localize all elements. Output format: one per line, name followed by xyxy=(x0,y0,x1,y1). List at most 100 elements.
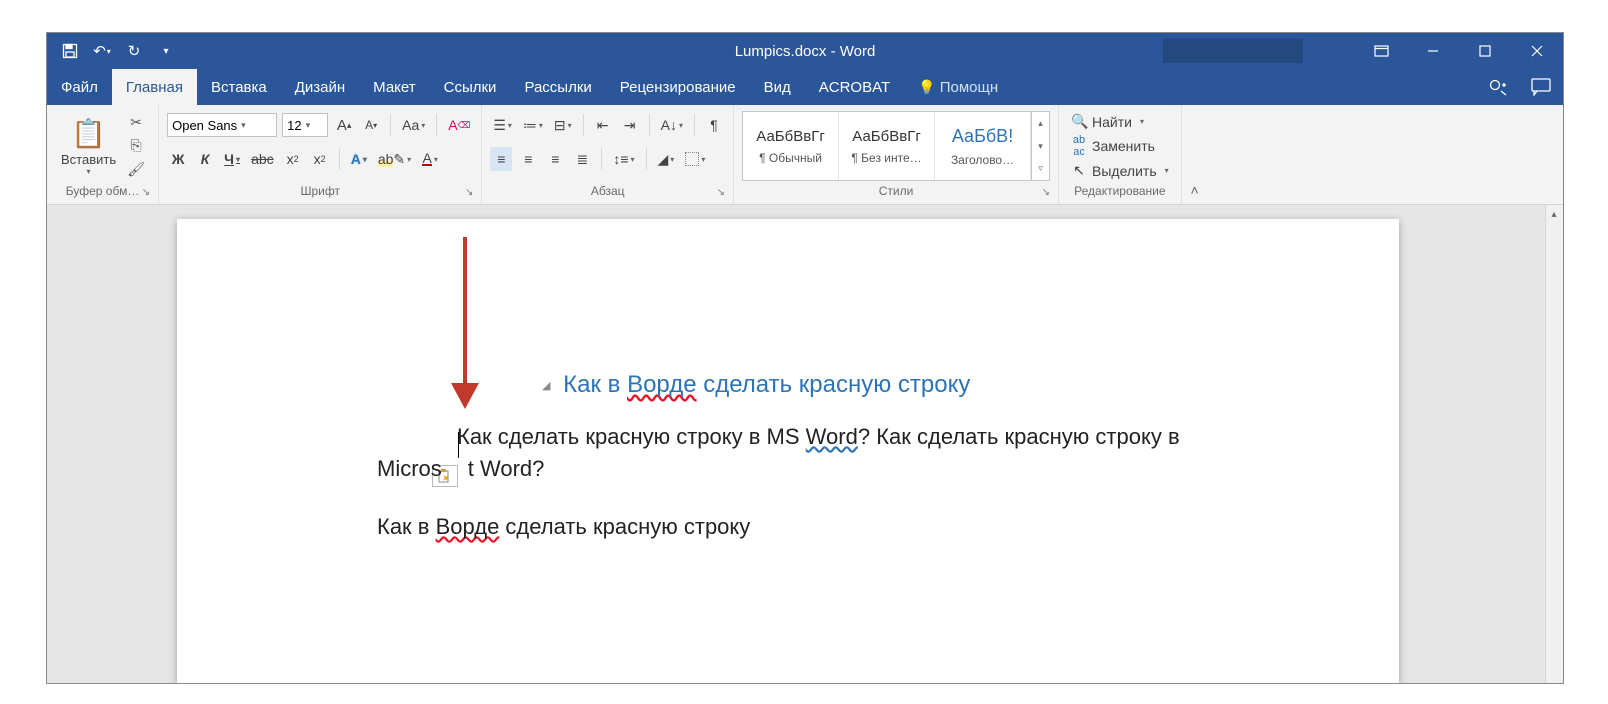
comments-icon[interactable] xyxy=(1519,69,1563,105)
styles-gallery: АаБбВвГг¶ Обычный АаБбВвГг¶ Без инте… Аа… xyxy=(742,111,1050,181)
window-title: Lumpics.docx - Word xyxy=(735,43,876,60)
numbering-icon[interactable]: ≔ xyxy=(520,113,546,137)
document-page[interactable]: ◢ Как в Ворде сделать красную строку Как… xyxy=(177,219,1399,683)
tab-insert[interactable]: Вставка xyxy=(197,69,281,105)
collapse-ribbon-icon[interactable]: ˄ xyxy=(1182,105,1208,204)
close-icon[interactable] xyxy=(1511,33,1563,69)
group-clipboard-label: Буфер обм… xyxy=(66,184,140,198)
tab-mailings[interactable]: Рассылки xyxy=(510,69,605,105)
grow-font-icon[interactable]: A▴ xyxy=(333,113,355,137)
bold-button[interactable]: Ж xyxy=(167,147,189,171)
share-icon[interactable] xyxy=(1475,69,1519,105)
text-effects-icon[interactable]: A xyxy=(348,147,370,171)
outdent-icon[interactable]: ⇤ xyxy=(592,113,614,137)
vertical-scrollbar[interactable]: ▴ xyxy=(1545,205,1563,683)
align-center-icon[interactable]: ≡ xyxy=(517,147,539,171)
format-painter-icon[interactable]: 🖌 xyxy=(126,159,146,179)
ribbon: 📋 Вставить ▾ ✂ ⎘ 🖌 Буфер обм…↘ Open Sans… xyxy=(47,105,1563,205)
p2-text: сделать красную строку xyxy=(499,514,750,539)
sort-icon[interactable]: A↓ xyxy=(658,113,686,137)
tab-review[interactable]: Рецензирование xyxy=(606,69,750,105)
group-paragraph-label: Абзац xyxy=(591,184,625,198)
group-styles: АаБбВвГг¶ Обычный АаБбВвГг¶ Без инте… Аа… xyxy=(734,105,1059,204)
paragraph-launcher-icon[interactable]: ↘ xyxy=(717,187,725,198)
clear-format-icon[interactable]: A⌫ xyxy=(445,113,473,137)
replace-button[interactable]: abacЗаменить xyxy=(1071,134,1169,158)
strike-button[interactable]: abc xyxy=(248,147,277,171)
group-clipboard: 📋 Вставить ▾ ✂ ⎘ 🖌 Буфер обм…↘ xyxy=(47,105,159,204)
heading-text: сделать красную строку xyxy=(697,371,971,398)
minimize-icon[interactable] xyxy=(1407,33,1459,69)
align-right-icon[interactable]: ≡ xyxy=(544,147,566,171)
borders-icon[interactable] xyxy=(682,147,708,171)
paste-button[interactable]: 📋 Вставить ▾ xyxy=(55,111,122,181)
tab-layout[interactable]: Макет xyxy=(359,69,429,105)
tab-file[interactable]: Файл xyxy=(47,69,112,105)
save-icon[interactable] xyxy=(59,40,81,62)
ribbon-options-icon[interactable] xyxy=(1355,33,1407,69)
qat-customize-icon[interactable]: ▾ xyxy=(155,40,177,62)
tab-acrobat[interactable]: ACROBAT xyxy=(805,69,904,105)
superscript-button[interactable]: x2 xyxy=(309,147,331,171)
style-heading1[interactable]: АаБбВ!Заголово… xyxy=(935,112,1031,180)
cut-icon[interactable]: ✂ xyxy=(126,113,146,133)
p1-text: Как сделать красную строку в MS xyxy=(457,424,806,449)
replace-icon: abac xyxy=(1071,134,1087,158)
show-marks-icon[interactable]: ¶ xyxy=(703,113,725,137)
font-size-value: 12 xyxy=(287,118,301,133)
multilevel-icon[interactable]: ⊟ xyxy=(551,113,575,137)
p1-text: Micros xyxy=(377,456,442,481)
style-no-spacing[interactable]: АаБбВвГг¶ Без инте… xyxy=(839,112,935,180)
word-window: ↶▾ ↻ ▾ Lumpics.docx - Word Файл Главная … xyxy=(46,32,1564,684)
font-size-combo[interactable]: 12▾ xyxy=(282,113,328,137)
ribbon-tabs: Файл Главная Вставка Дизайн Макет Ссылки… xyxy=(47,69,1563,105)
font-name-combo[interactable]: Open Sans▾ xyxy=(167,113,277,137)
styles-scroll-down-icon[interactable]: ▾ xyxy=(1032,135,1049,158)
collapse-heading-icon[interactable]: ◢ xyxy=(542,379,550,395)
bullets-icon[interactable]: ☰ xyxy=(490,113,515,137)
font-launcher-icon[interactable]: ↘ xyxy=(465,187,473,198)
heading-text: Как в xyxy=(563,371,627,398)
account-area xyxy=(1163,39,1303,63)
group-styles-label: Стили xyxy=(879,184,914,198)
subscript-button[interactable]: x2 xyxy=(282,147,304,171)
underline-button[interactable]: Ч xyxy=(221,147,243,171)
select-label: Выделить xyxy=(1092,163,1157,179)
indent-icon[interactable]: ⇥ xyxy=(619,113,641,137)
find-button[interactable]: 🔍Найти▾ xyxy=(1071,113,1169,130)
italic-button[interactable]: К xyxy=(194,147,216,171)
align-left-icon[interactable]: ≡ xyxy=(490,147,512,171)
redo-icon[interactable]: ↻ xyxy=(123,40,145,62)
align-justify-icon[interactable]: ≣ xyxy=(571,147,593,171)
shading-icon[interactable]: ◢ xyxy=(655,147,678,171)
clipboard-launcher-icon[interactable]: ↘ xyxy=(142,187,150,198)
tab-design[interactable]: Дизайн xyxy=(281,69,359,105)
styles-launcher-icon[interactable]: ↘ xyxy=(1042,187,1050,198)
maximize-icon[interactable] xyxy=(1459,33,1511,69)
p1-text: t Word? xyxy=(468,456,545,481)
window-controls xyxy=(1355,33,1563,69)
tab-view[interactable]: Вид xyxy=(750,69,805,105)
tab-home[interactable]: Главная xyxy=(112,69,197,105)
styles-expand-icon[interactable]: ▿ xyxy=(1032,157,1049,180)
shrink-font-icon[interactable]: A▾ xyxy=(360,113,382,137)
tab-references[interactable]: Ссылки xyxy=(430,69,511,105)
font-color-icon[interactable]: A xyxy=(419,147,441,171)
change-case-icon[interactable]: Aa xyxy=(399,113,428,137)
styles-scroll-up-icon[interactable]: ▴ xyxy=(1032,112,1049,135)
style-normal[interactable]: АаБбВвГг¶ Обычный xyxy=(743,112,839,180)
style-sample: АаБбВвГг xyxy=(756,128,825,145)
scroll-up-icon[interactable]: ▴ xyxy=(1545,205,1563,223)
group-paragraph: ☰ ≔ ⊟ ⇤ ⇥ A↓ ¶ ≡ ≡ ≡ ≣ ↕≡ xyxy=(482,105,734,204)
highlight-icon[interactable]: ab✎ xyxy=(375,147,414,171)
styles-more: ▴ ▾ ▿ xyxy=(1031,112,1049,180)
doc-heading: ◢ Как в Ворде сделать красную строку xyxy=(542,368,1180,403)
undo-icon[interactable]: ↶▾ xyxy=(91,40,113,62)
p1-wavy: Word xyxy=(806,424,858,449)
select-button[interactable]: ↖Выделить▾ xyxy=(1071,162,1169,179)
p2-wavy: Ворде xyxy=(436,514,500,539)
line-spacing-icon[interactable]: ↕≡ xyxy=(610,147,637,171)
tell-me[interactable]: 💡 Помощн xyxy=(904,69,1012,105)
document-content: ◢ Как в Ворде сделать красную строку Как… xyxy=(377,368,1180,542)
copy-icon[interactable]: ⎘ xyxy=(126,136,146,156)
